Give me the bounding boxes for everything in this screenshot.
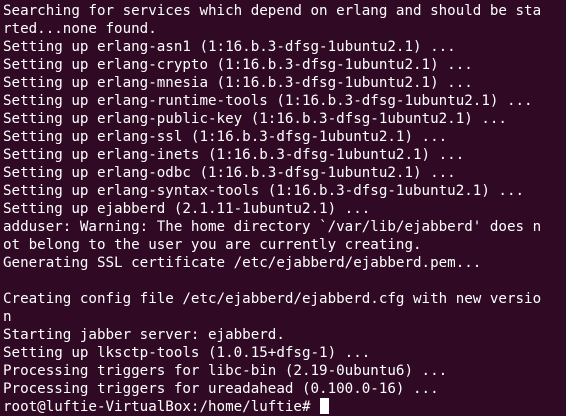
terminal-output-line: ot belong to the user you are currently … xyxy=(3,237,422,253)
terminal-output-line: Generating SSL certificate /etc/ejabberd… xyxy=(3,255,482,271)
shell-prompt: root@luftie-VirtualBox:/home/luftie# xyxy=(3,399,320,415)
terminal-output-line: Setting up erlang-inets (1:16.b.3-dfsg-1… xyxy=(3,147,465,163)
terminal-output-line: Setting up erlang-syntax-tools (1:16.b.3… xyxy=(3,183,525,199)
terminal-output-line: Setting up erlang-odbc (1:16.b.3-dfsg-1u… xyxy=(3,165,456,181)
terminal-output-line: Searching for services which depend on e… xyxy=(3,3,542,19)
terminal-output-line: Processing triggers for libc-bin (2.19-0… xyxy=(3,363,448,379)
terminal-output-line: adduser: Warning: The home directory `/v… xyxy=(3,219,542,235)
terminal-output-line: Creating config file /etc/ejabberd/ejabb… xyxy=(3,291,542,307)
terminal-output-line: Setting up erlang-crypto (1:16.b.3-dfsg-… xyxy=(3,57,473,73)
terminal-output-line: Setting up ejabberd (2.1.11-1ubuntu2.1) … xyxy=(3,201,371,217)
terminal-output-line: Processing triggers for ureadahead (0.10… xyxy=(3,381,439,397)
terminal-window[interactable]: Searching for services which depend on e… xyxy=(0,0,566,416)
terminal-output-line: Setting up lksctp-tools (1.0.15+dfsg-1) … xyxy=(3,345,371,361)
terminal-output-line: Setting up erlang-mnesia (1:16.b.3-dfsg-… xyxy=(3,75,473,91)
text-cursor xyxy=(320,398,330,414)
terminal-output-line: Setting up erlang-ssl (1:16.b.3-dfsg-1ub… xyxy=(3,129,448,145)
terminal-output-line: n xyxy=(3,309,12,325)
terminal-output-line: Starting jabber server: ejabberd. xyxy=(3,327,285,343)
terminal-output-line: rted...none found. xyxy=(3,21,157,37)
terminal-output-line: Setting up erlang-runtime-tools (1:16.b.… xyxy=(3,93,533,109)
terminal-output-line: Setting up erlang-asn1 (1:16.b.3-dfsg-1u… xyxy=(3,39,456,55)
terminal-output-line: Setting up erlang-public-key (1:16.b.3-d… xyxy=(3,111,507,127)
terminal-prompt-line[interactable]: root@luftie-VirtualBox:/home/luftie# xyxy=(3,398,566,416)
